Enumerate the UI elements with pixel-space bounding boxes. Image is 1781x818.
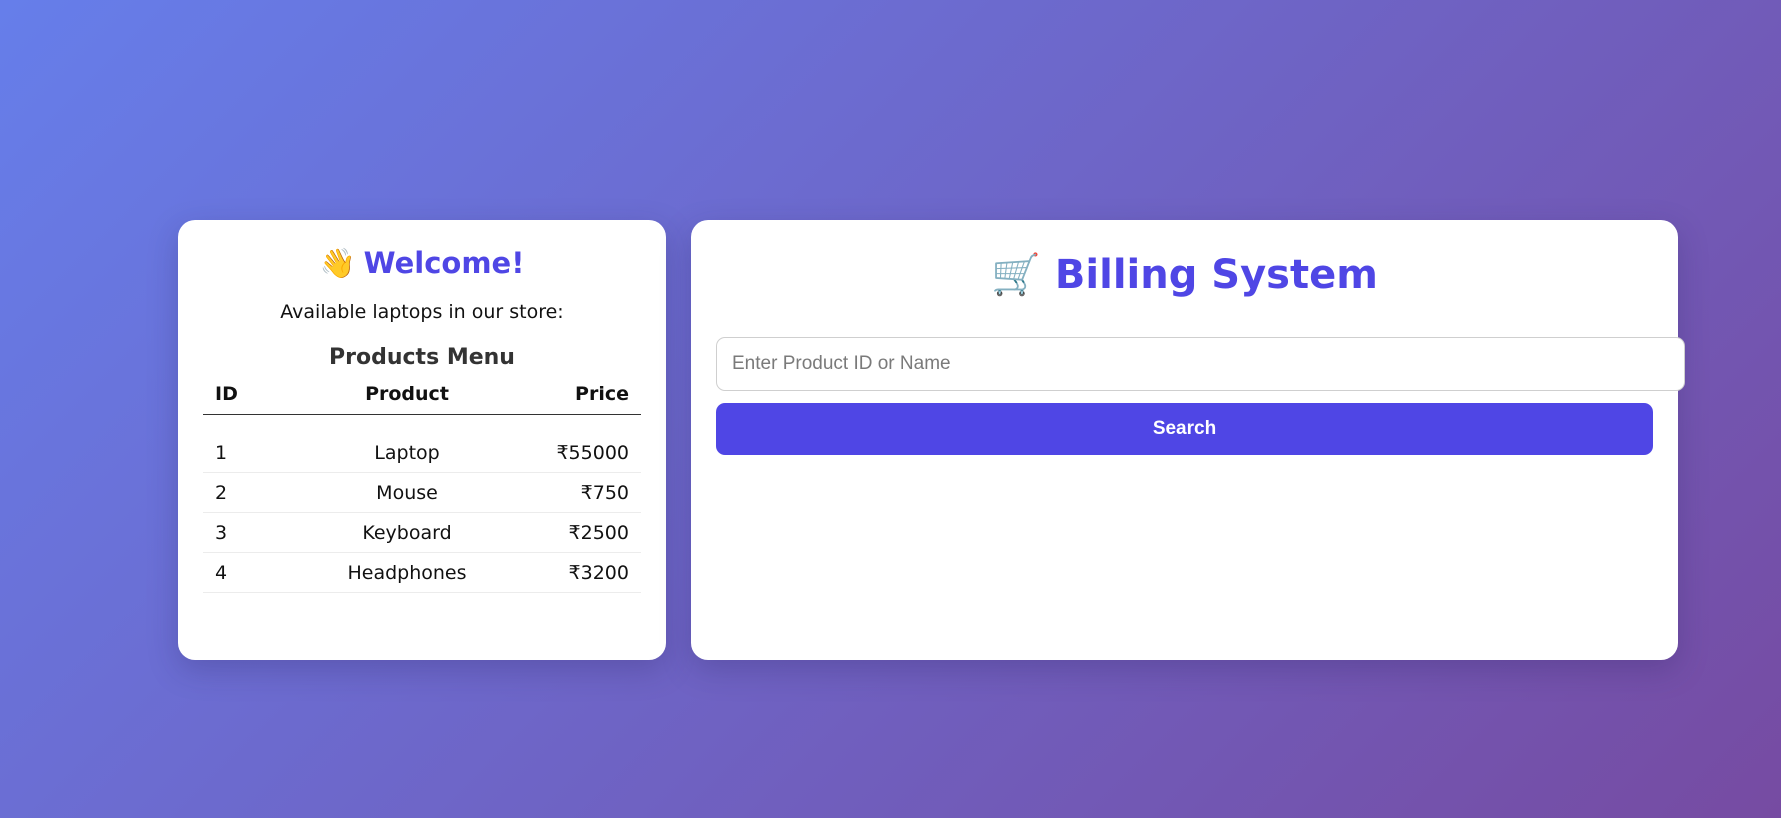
product-id-cell: 3 bbox=[203, 512, 287, 553]
billing-panel: 🛒 Billing System Search bbox=[691, 220, 1685, 660]
product-name-cell: Headphones bbox=[287, 552, 527, 593]
products-table: ID Product Price 1 Laptop ₹55000 2 Mouse… bbox=[203, 382, 641, 593]
waving-hand-icon: 👋 bbox=[319, 246, 356, 280]
product-id-cell: 2 bbox=[203, 472, 287, 513]
column-header-product: Product bbox=[287, 382, 527, 415]
column-header-price: Price bbox=[527, 382, 641, 415]
billing-title-text: Billing System bbox=[1054, 252, 1378, 298]
product-price-cell: ₹2500 bbox=[527, 512, 641, 553]
product-name-cell: Laptop bbox=[287, 433, 527, 473]
products-menu-title: Products Menu bbox=[329, 345, 515, 370]
table-row: 4 Headphones ₹3200 bbox=[203, 552, 641, 593]
product-name-cell: Mouse bbox=[287, 472, 527, 513]
table-row: 2 Mouse ₹750 bbox=[203, 472, 641, 513]
welcome-panel: 👋 Welcome! Available laptops in our store… bbox=[178, 220, 666, 660]
product-name-cell: Keyboard bbox=[287, 512, 527, 553]
shopping-cart-icon: 🛒 bbox=[991, 252, 1041, 298]
table-row: 1 Laptop ₹55000 bbox=[203, 433, 641, 473]
welcome-title: 👋 Welcome! bbox=[203, 246, 641, 280]
column-header-id: ID bbox=[203, 382, 287, 415]
search-button[interactable]: Search bbox=[716, 403, 1653, 455]
product-price-cell: ₹55000 bbox=[527, 433, 641, 473]
table-spacer bbox=[203, 415, 641, 434]
welcome-title-text: Welcome! bbox=[363, 246, 525, 280]
product-id-cell: 1 bbox=[203, 433, 287, 473]
product-price-cell: ₹3200 bbox=[527, 552, 641, 593]
store-intro-text: Available laptops in our store: bbox=[280, 301, 564, 323]
product-price-cell: ₹750 bbox=[527, 472, 641, 513]
product-id-cell: 4 bbox=[203, 552, 287, 593]
table-spacer-cell bbox=[203, 415, 641, 434]
table-row: 3 Keyboard ₹2500 bbox=[203, 512, 641, 553]
billing-title: 🛒 Billing System bbox=[691, 250, 1678, 300]
table-header-row: ID Product Price bbox=[203, 382, 641, 415]
product-search-input[interactable] bbox=[716, 337, 1685, 391]
